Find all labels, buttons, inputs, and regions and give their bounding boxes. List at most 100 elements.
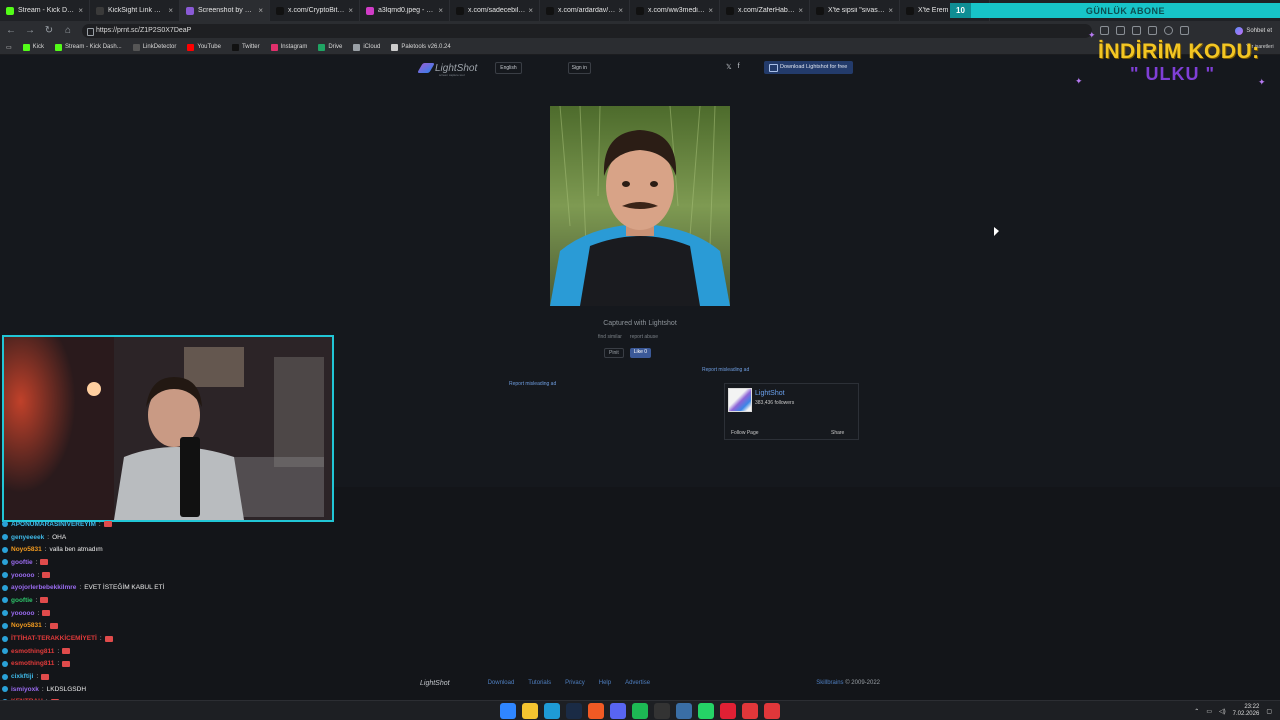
close-tab-icon[interactable]: × (798, 6, 803, 15)
close-tab-icon[interactable]: × (528, 6, 533, 15)
discord-icon[interactable] (610, 703, 626, 719)
zoom-icon[interactable] (1116, 26, 1125, 35)
kick-app-icon[interactable] (764, 703, 780, 719)
browser-tab[interactable]: x.com/ww3mediaa/sta× (630, 0, 720, 21)
bookmark-item[interactable]: YouTube (187, 43, 221, 51)
download-lightshot-button[interactable]: Download Lightshot for free (764, 61, 854, 74)
copilot-chat-button[interactable]: Sohbet et (1235, 26, 1272, 35)
home-icon[interactable]: ⌂ (60, 23, 76, 39)
opera-icon[interactable] (720, 703, 736, 719)
bookmark-item[interactable]: LinkDetector (132, 43, 176, 51)
browser-tab[interactable]: X'te sipsii "sivasta dah× (810, 0, 900, 21)
close-tab-icon[interactable]: × (708, 6, 713, 15)
steam-icon[interactable] (566, 703, 582, 719)
footer-link-help[interactable]: Help (599, 680, 611, 686)
url-input[interactable]: https://prnt.sc/Z1P2S0X7DeaP (82, 23, 1092, 38)
split-view-icon[interactable] (1100, 26, 1109, 35)
fb-page-name[interactable]: LightShot (755, 390, 785, 397)
forward-icon[interactable]: → (22, 23, 38, 39)
windows-start-icon[interactable] (500, 703, 516, 719)
facebook-like-button[interactable]: Like 0 (629, 348, 652, 358)
close-tab-icon[interactable]: × (258, 6, 263, 15)
chat-username[interactable]: esmothing811 (11, 648, 54, 655)
bookmark-item[interactable]: Kick (22, 43, 44, 51)
chat-username[interactable]: Noyo5831 (11, 622, 42, 629)
whatsapp-icon[interactable] (698, 703, 714, 719)
chat-username[interactable]: yooooo (11, 610, 34, 617)
chat-username[interactable]: Noyo5831 (11, 546, 42, 553)
chat-username[interactable]: ayojorlerbebekkilmre (11, 584, 76, 591)
report-ad-link[interactable]: Report misleading ad (702, 367, 749, 373)
chevron-up-icon[interactable]: ⌃ (1194, 708, 1199, 715)
clock[interactable]: 23:22 7.02.2026 (1233, 704, 1260, 718)
browser-tab[interactable]: a3lqmd0.jpeg - Hızlı R× (360, 0, 450, 21)
chat-username[interactable]: cixkftiji (11, 673, 33, 680)
volume-icon[interactable]: ◁) (1219, 708, 1226, 715)
close-tab-icon[interactable]: × (78, 6, 83, 15)
browser-tab[interactable]: x.com/CryptoBitdi/statu× (270, 0, 360, 21)
brave-icon[interactable] (588, 703, 604, 719)
bookmark-item[interactable]: Paletools v26.0.24 (391, 43, 451, 51)
sign-in-button[interactable]: Sign in (567, 62, 591, 74)
chat-username[interactable]: gooftie (11, 597, 33, 604)
share-button[interactable]: Share (831, 430, 844, 436)
extensions-icon[interactable] (1180, 26, 1189, 35)
search-icon[interactable] (1148, 26, 1157, 35)
chat-username[interactable]: İTTİHAT-TERAKKİCEMİYETİ (11, 635, 97, 642)
footer-logo[interactable]: LightShot (420, 680, 450, 687)
close-tab-icon[interactable]: × (888, 6, 893, 15)
spotify-icon[interactable] (632, 703, 648, 719)
chat-username[interactable]: genyeeeek (11, 534, 44, 541)
back-icon[interactable]: ← (3, 23, 19, 39)
browser-tab[interactable]: x.com/ZaferHaber/sta× (720, 0, 810, 21)
close-tab-icon[interactable]: × (168, 6, 173, 15)
chat-username[interactable]: yooooo (11, 572, 34, 579)
browser-tab[interactable]: x.com/ardardav/statu× (540, 0, 630, 21)
browser-tab[interactable]: Stream - Kick Dashboar× (0, 0, 90, 21)
profile-icon[interactable] (1164, 26, 1173, 35)
reload-icon[interactable]: ↻ (41, 23, 57, 39)
bookmark-item[interactable]: Twitter (231, 43, 260, 51)
bookmark-item[interactable]: Instagram (270, 43, 307, 51)
chat-username[interactable]: APONUMARASINIVEREYIM (11, 521, 96, 528)
pinterest-button[interactable]: Pinit (604, 348, 624, 358)
notification-icon[interactable]: ▢ (1266, 708, 1272, 715)
lightshot-logo[interactable]: LightShot (417, 63, 477, 74)
language-select[interactable]: English (495, 62, 522, 74)
browser-tab[interactable]: x.com/sadecebilalya/st× (450, 0, 540, 21)
close-tab-icon[interactable]: × (438, 6, 443, 15)
vpn-icon[interactable] (676, 703, 692, 719)
footer-link-download[interactable]: Download (488, 680, 515, 686)
bookmark-item[interactable]: Drive (318, 43, 342, 51)
bookmark-item[interactable]: iCloud (353, 43, 380, 51)
sidebar-toggle-icon[interactable]: ▭ (6, 44, 12, 51)
report-abuse-link[interactable]: report abuse (630, 334, 658, 340)
browser-tab[interactable]: Screenshot by Lightsh× (180, 0, 270, 21)
footer-link-privacy[interactable]: Privacy (565, 680, 585, 686)
follow-page-button[interactable]: Follow Page (731, 430, 759, 436)
close-tab-icon[interactable]: × (618, 6, 623, 15)
chat-separator: : (57, 647, 60, 655)
footer-link-tutorials[interactable]: Tutorials (528, 680, 551, 686)
footer-link-advertise[interactable]: Advertise (625, 680, 650, 686)
chat-username[interactable]: ismiyoxk (11, 686, 39, 693)
facebook-icon[interactable]: f (738, 63, 740, 71)
chat-username[interactable]: gooftie (11, 559, 33, 566)
skillbrains-link[interactable]: Skillbrains (816, 680, 843, 686)
report-ad-link[interactable]: Report misleading ad (509, 381, 556, 387)
obs-icon[interactable] (742, 703, 758, 719)
lightshot-page-avatar[interactable] (728, 388, 752, 412)
network-icon[interactable]: ▭ (1206, 708, 1212, 715)
chat-username[interactable]: esmothing811 (11, 660, 54, 667)
browser-tab[interactable]: KickSight Link Detector× (90, 0, 180, 21)
edge-icon[interactable] (544, 703, 560, 719)
chat-separator: : (44, 622, 47, 630)
epic-games-icon[interactable] (654, 703, 670, 719)
find-similar-link[interactable]: find similar (598, 334, 622, 340)
twitter-icon[interactable]: 𝕏 (726, 63, 732, 71)
close-tab-icon[interactable]: × (348, 6, 353, 15)
star-icon[interactable] (1132, 26, 1141, 35)
file-explorer-icon[interactable] (522, 703, 538, 719)
bookmark-item[interactable]: Stream - Kick Dash... (55, 43, 122, 51)
screenshot-image[interactable] (550, 106, 730, 306)
